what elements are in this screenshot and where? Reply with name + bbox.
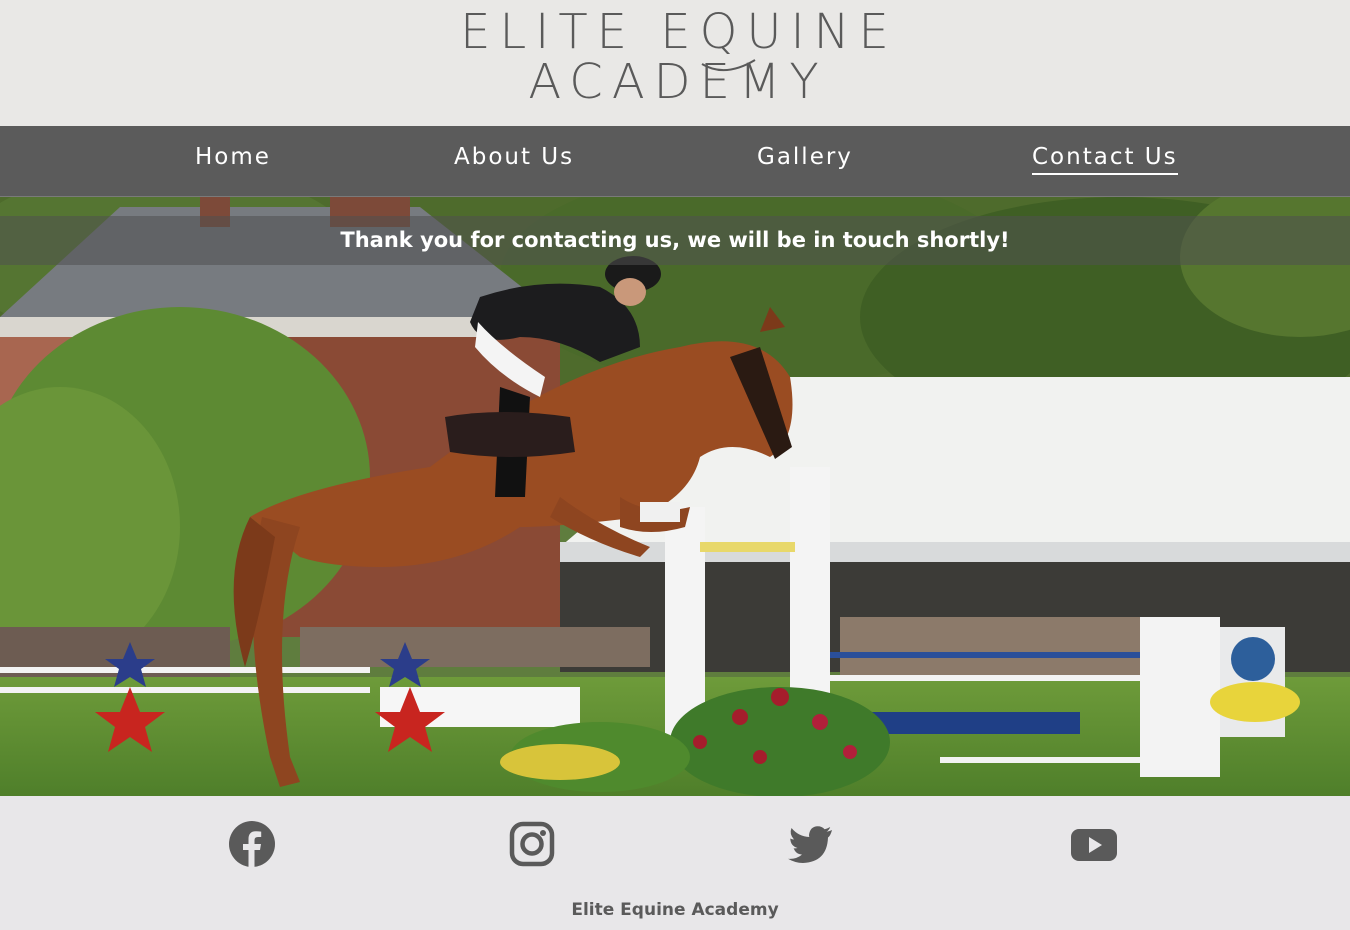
main-nav: Home About Us Gallery Contact Us (0, 126, 1350, 198)
instagram-icon[interactable] (508, 820, 556, 868)
site-logo[interactable]: ELITE EQUINE ACADEMY (0, 8, 1350, 106)
site-header: ELITE EQUINE ACADEMY (0, 0, 1350, 126)
site-footer: Elite Equine Academy (0, 796, 1350, 930)
youtube-icon[interactable] (1070, 820, 1118, 868)
horse-jumping-photo (0, 197, 1350, 796)
nav-about-us[interactable]: About Us (454, 144, 574, 173)
facebook-icon[interactable] (228, 820, 276, 868)
nav-home[interactable]: Home (195, 144, 271, 173)
confirmation-banner: Thank you for contacting us, we will be … (0, 216, 1350, 265)
logo-line-2: ACADEMY (528, 54, 828, 110)
nav-contact-us[interactable]: Contact Us (1032, 144, 1178, 175)
hero-banner: Thank you for contacting us, we will be … (0, 197, 1350, 796)
footer-site-name: Elite Equine Academy (571, 900, 779, 920)
nav-gallery[interactable]: Gallery (757, 144, 853, 173)
logo-line-1: ELITE EQUINE (460, 4, 898, 60)
logo-swash (701, 59, 756, 71)
twitter-icon[interactable] (786, 820, 834, 868)
